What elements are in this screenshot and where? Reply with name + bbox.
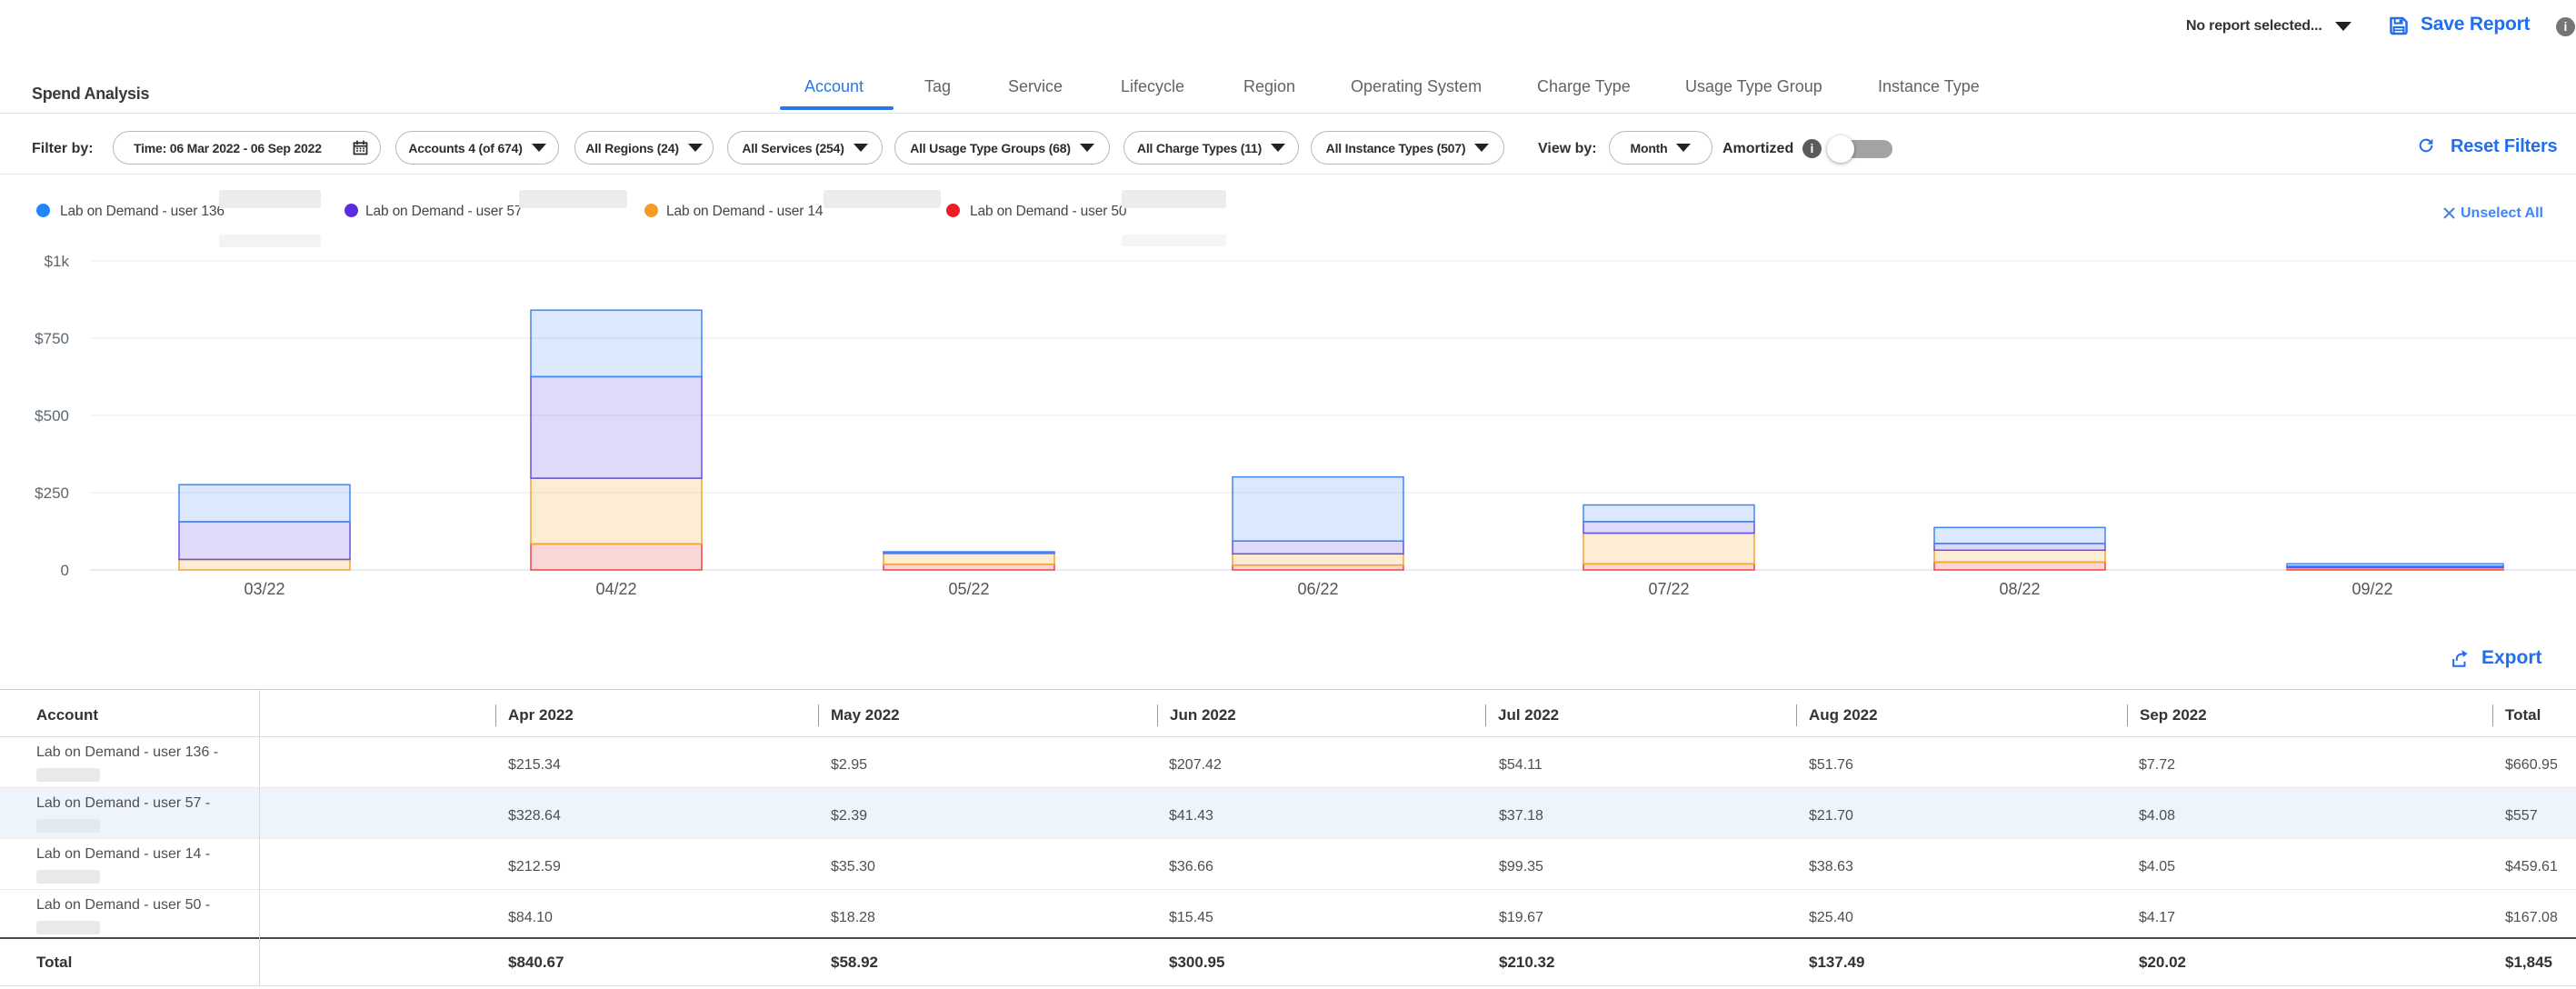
svg-text:$1k: $1k (45, 253, 70, 270)
svg-text:05/22: 05/22 (948, 580, 989, 598)
svg-text:07/22: 07/22 (1648, 580, 1689, 598)
svg-text:08/22: 08/22 (1999, 580, 2040, 598)
svg-text:04/22: 04/22 (595, 580, 636, 598)
svg-text:$750: $750 (35, 330, 69, 347)
svg-text:09/22: 09/22 (2351, 580, 2392, 598)
svg-text:0: 0 (61, 562, 69, 579)
svg-text:$250: $250 (35, 485, 69, 502)
svg-text:03/22: 03/22 (244, 580, 285, 598)
svg-text:06/22: 06/22 (1297, 580, 1338, 598)
svg-text:$500: $500 (35, 407, 69, 425)
